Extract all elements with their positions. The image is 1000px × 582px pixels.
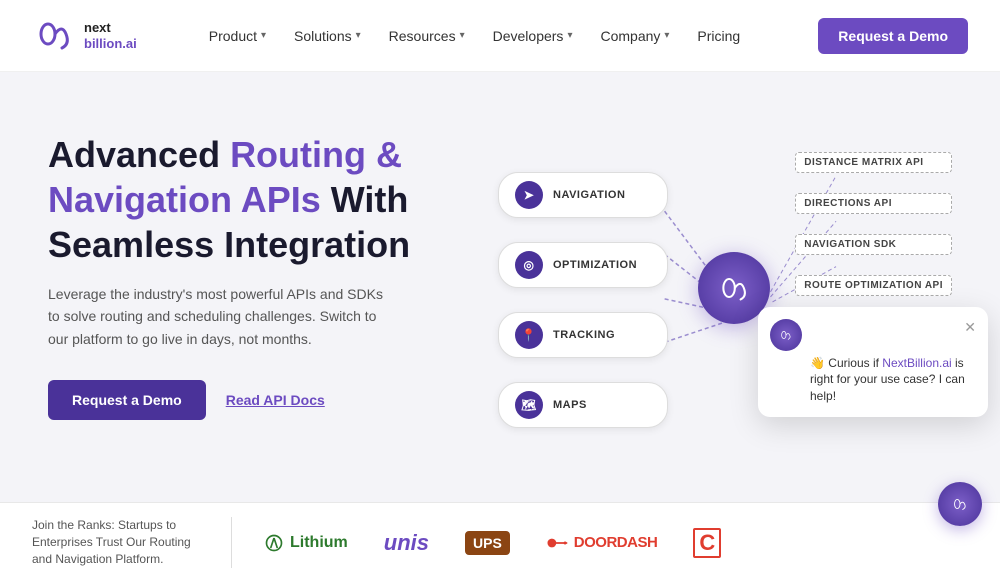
- ups-logo: UPS: [465, 531, 510, 555]
- nav-product[interactable]: Product ▾: [197, 20, 278, 52]
- nav-resources[interactable]: Resources ▾: [377, 20, 477, 52]
- chat-avatar: [770, 319, 802, 351]
- doordash-icon: [546, 535, 568, 551]
- hero-subtitle: Leverage the industry's most powerful AP…: [48, 283, 398, 350]
- nav-pricing[interactable]: Pricing: [685, 20, 752, 52]
- unis-logo: unis: [384, 530, 429, 556]
- doordash-label: DOORDASH: [574, 534, 658, 551]
- lithium-label: Lithium: [290, 534, 348, 552]
- nav-company[interactable]: Company ▾: [588, 20, 681, 52]
- hero-left: Advanced Routing & Navigation APIs With …: [48, 122, 468, 502]
- hero-section: Advanced Routing & Navigation APIs With …: [0, 72, 1000, 502]
- maps-icon: 🗺: [515, 391, 543, 419]
- chevron-down-icon: ▾: [356, 30, 361, 41]
- logo-text-line3: .ai: [122, 36, 136, 51]
- api-route-optimization: ROUTE OPTIMIZATION API: [795, 275, 952, 296]
- logo-text-line2: billion: [84, 36, 122, 51]
- unis-label: unis: [384, 530, 429, 556]
- ups-label: UPS: [465, 531, 510, 555]
- pill-navigation: ➤ NAVIGATION: [498, 172, 668, 218]
- chat-bubble-button[interactable]: [938, 482, 982, 526]
- hero-docs-button[interactable]: Read API Docs: [226, 392, 325, 408]
- navigation-icon: ➤: [515, 181, 543, 209]
- hero-buttons: Request a Demo Read API Docs: [48, 380, 468, 420]
- chevron-down-icon: ▾: [664, 30, 669, 41]
- main-nav: Product ▾ Solutions ▾ Resources ▾ Develo…: [197, 20, 819, 52]
- chat-bubble-icon: [950, 494, 970, 514]
- logos-bar-text: Join the Ranks: Startups to Enterprises …: [32, 517, 232, 567]
- feature-pills: ➤ NAVIGATION ◎ OPTIMIZATION 📍 TRACKING 🗺…: [498, 172, 668, 428]
- api-distance-matrix: DISTANCE MATRIX API: [795, 152, 952, 173]
- logo-icon: [32, 14, 76, 58]
- pill-maps: 🗺 MAPS: [498, 382, 668, 428]
- chat-message: 👋 Curious if NextBillion.ai is right for…: [810, 355, 976, 405]
- close-icon[interactable]: ✕: [964, 319, 976, 336]
- header: next billion.ai Product ▾ Solutions ▾ Re…: [0, 0, 1000, 72]
- chevron-down-icon: ▾: [567, 30, 572, 41]
- logos-bar: Join the Ranks: Startups to Enterprises …: [0, 502, 1000, 582]
- partial-logo: C: [693, 528, 721, 558]
- chevron-down-icon: ▾: [261, 30, 266, 41]
- doordash-logo: DOORDASH: [546, 534, 658, 551]
- chat-header: ✕: [770, 319, 976, 351]
- hero-demo-button[interactable]: Request a Demo: [48, 380, 206, 420]
- chat-link[interactable]: NextBillion.ai: [882, 356, 951, 370]
- optimization-icon: ◎: [515, 251, 543, 279]
- chat-widget: ✕ 👋 Curious if NextBillion.ai is right f…: [758, 307, 988, 417]
- nav-developers[interactable]: Developers ▾: [481, 20, 585, 52]
- logo[interactable]: next billion.ai: [32, 14, 137, 58]
- api-directions: DIRECTIONS API: [795, 193, 952, 214]
- nav-solutions[interactable]: Solutions ▾: [282, 20, 373, 52]
- pill-optimization: ◎ OPTIMIZATION: [498, 242, 668, 288]
- hero-title: Advanced Routing & Navigation APIs With …: [48, 132, 468, 267]
- center-logo-icon: [716, 270, 752, 306]
- request-demo-button[interactable]: Request a Demo: [818, 18, 968, 54]
- api-navigation-sdk: NAVIGATION SDK: [795, 234, 952, 255]
- chevron-down-icon: ▾: [460, 30, 465, 41]
- logo-text-line1: next: [84, 20, 137, 36]
- lithium-icon: [264, 533, 284, 553]
- lithium-logo: Lithium: [264, 533, 348, 553]
- tracking-icon: 📍: [515, 321, 543, 349]
- company-logos: Lithium unis UPS DOORDASH C: [264, 528, 721, 558]
- pill-tracking: 📍 TRACKING: [498, 312, 668, 358]
